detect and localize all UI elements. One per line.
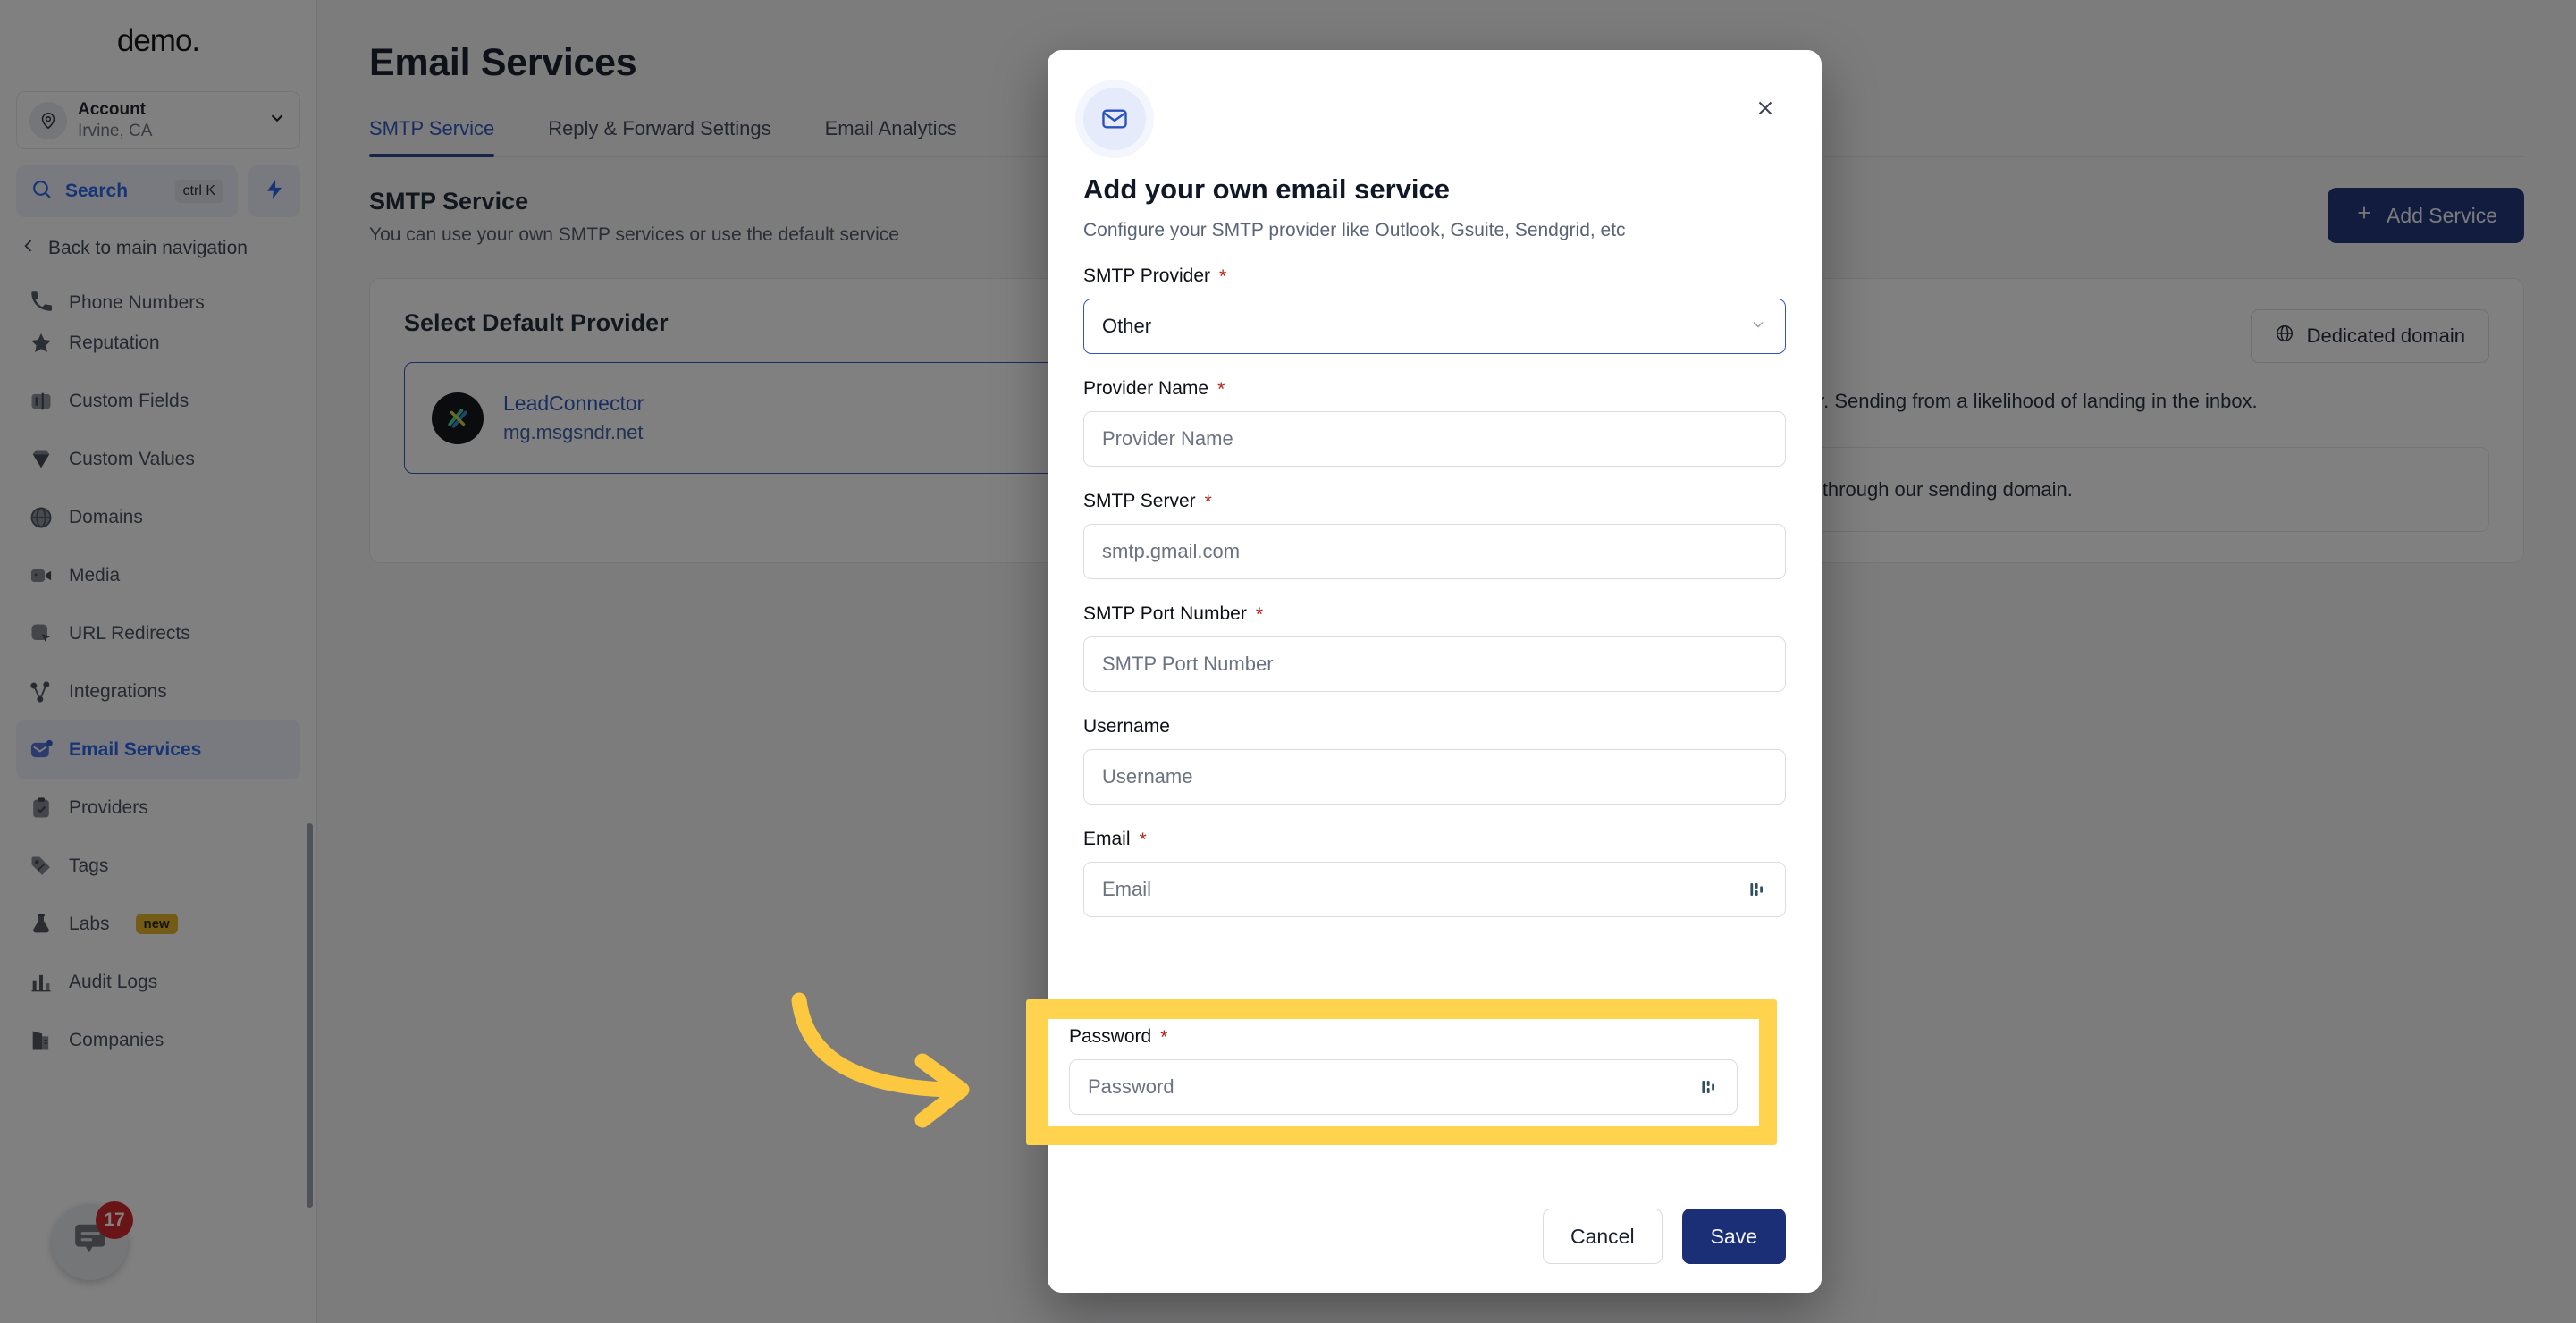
label-text: Username xyxy=(1083,716,1170,737)
required-asterisk: * xyxy=(1139,829,1147,850)
modal-title: Add your own email service xyxy=(1083,173,1451,205)
custom-values-icon[interactable] xyxy=(1747,880,1767,899)
field-smtp-server: SMTP Server * smtp.gmail.com xyxy=(1083,491,1786,579)
password-input[interactable]: Password xyxy=(1069,1059,1738,1115)
field-label: SMTP Provider * xyxy=(1083,265,1786,287)
field-username: Username Username xyxy=(1083,716,1786,805)
annotation-arrow xyxy=(787,988,1019,1131)
field-provider-name: Provider Name * Provider Name xyxy=(1083,378,1786,467)
cancel-button[interactable]: Cancel xyxy=(1542,1209,1663,1264)
field-label: SMTP Server * xyxy=(1083,491,1786,512)
custom-values-icon[interactable] xyxy=(1699,1077,1719,1097)
field-label: Provider Name * xyxy=(1083,378,1786,400)
email-placeholder: Email xyxy=(1102,878,1152,900)
smtp-provider-value: Other xyxy=(1102,315,1152,337)
save-button[interactable]: Save xyxy=(1681,1209,1786,1264)
envelope-icon xyxy=(1083,88,1146,150)
required-asterisk: * xyxy=(1217,378,1225,400)
close-icon[interactable] xyxy=(1745,88,1786,129)
label-text: SMTP Port Number xyxy=(1083,603,1247,624)
modal-footer: Cancel Save xyxy=(1048,1180,1822,1293)
label-text: Provider Name xyxy=(1083,378,1209,399)
chevron-down-icon xyxy=(1749,316,1767,338)
label-text: Password xyxy=(1069,1026,1152,1047)
smtp-port-placeholder: SMTP Port Number xyxy=(1102,653,1274,675)
field-label: Password * xyxy=(1069,1019,1738,1048)
field-email: Email * Email xyxy=(1083,829,1786,917)
modal-header xyxy=(1083,88,1786,150)
required-asterisk: * xyxy=(1219,265,1227,287)
field-smtp-port: SMTP Port Number * SMTP Port Number xyxy=(1083,603,1786,692)
provider-name-input[interactable]: Provider Name xyxy=(1083,411,1786,467)
field-label: SMTP Port Number * xyxy=(1083,603,1786,625)
field-label: Username xyxy=(1083,716,1786,737)
smtp-server-input[interactable]: smtp.gmail.com xyxy=(1083,524,1786,579)
label-text: SMTP Provider xyxy=(1083,265,1210,286)
username-input[interactable]: Username xyxy=(1083,749,1786,805)
required-asterisk: * xyxy=(1255,603,1264,625)
smtp-server-placeholder: smtp.gmail.com xyxy=(1102,540,1241,562)
required-asterisk: * xyxy=(1160,1026,1168,1048)
modal-subtitle: Configure your SMTP provider like Outloo… xyxy=(1083,220,1626,240)
label-text: Email xyxy=(1083,829,1131,849)
smtp-port-input[interactable]: SMTP Port Number xyxy=(1083,636,1786,692)
field-password: Password * Password xyxy=(1048,1019,1759,1126)
label-text: SMTP Server xyxy=(1083,491,1196,511)
smtp-provider-select[interactable]: Other xyxy=(1083,299,1786,354)
username-placeholder: Username xyxy=(1102,765,1193,788)
required-asterisk: * xyxy=(1204,491,1212,512)
provider-name-placeholder: Provider Name xyxy=(1102,427,1233,450)
email-input[interactable]: Email xyxy=(1083,862,1786,917)
field-smtp-provider: SMTP Provider * Other xyxy=(1083,265,1786,354)
password-placeholder: Password xyxy=(1088,1075,1174,1098)
field-label: Email * xyxy=(1083,829,1786,850)
